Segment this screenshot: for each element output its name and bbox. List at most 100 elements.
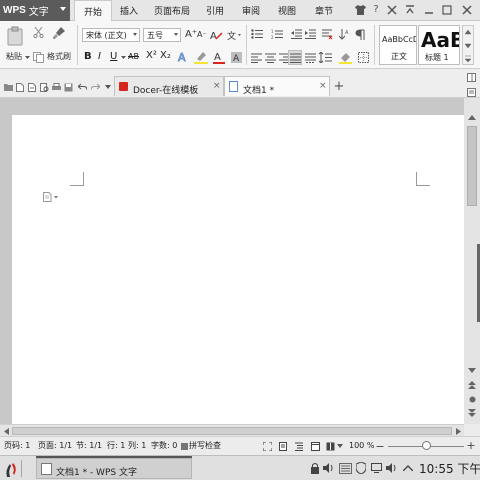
chevron-down-icon[interactable] bbox=[336, 443, 344, 449]
shirt-icon[interactable] bbox=[354, 4, 366, 16]
zoom-level[interactable]: 100 % bbox=[349, 442, 374, 450]
font-name-select[interactable]: 宋体 (正文) bbox=[82, 28, 140, 42]
distributed-icon[interactable] bbox=[304, 52, 316, 63]
focus-mode-icon[interactable] bbox=[262, 441, 272, 451]
format-painter-label[interactable]: 格式刷 bbox=[47, 53, 71, 61]
print-icon[interactable] bbox=[51, 82, 61, 92]
status-spellcheck[interactable]: 拼写检查 bbox=[189, 442, 221, 450]
save-icon[interactable] bbox=[63, 82, 73, 92]
zoom-out-icon[interactable]: − bbox=[375, 441, 385, 452]
status-page[interactable]: 页码: 1 bbox=[4, 442, 30, 450]
scroll-right-icon[interactable] bbox=[454, 427, 462, 435]
font-color-icon[interactable]: A bbox=[211, 50, 227, 64]
tab-chapter[interactable]: 章节 bbox=[304, 0, 344, 21]
collapse-ribbon-icon[interactable] bbox=[404, 4, 416, 16]
zoom-slider-knob[interactable] bbox=[422, 441, 431, 450]
close-icon[interactable]: × bbox=[213, 81, 221, 91]
copy-icon[interactable] bbox=[32, 51, 44, 63]
outline-view-icon[interactable] bbox=[294, 441, 304, 451]
reading-view-icon[interactable] bbox=[325, 441, 335, 451]
zoom-in-icon[interactable]: + bbox=[466, 440, 476, 451]
sort-icon[interactable]: A bbox=[338, 28, 350, 40]
chevron-down-icon[interactable] bbox=[120, 55, 126, 61]
superscript-button[interactable]: X² bbox=[146, 51, 157, 61]
cut-icon[interactable] bbox=[32, 26, 44, 38]
open-icon[interactable] bbox=[3, 82, 13, 92]
chinese-layout-icon[interactable] bbox=[320, 28, 334, 40]
char-shading-icon[interactable]: A bbox=[230, 51, 242, 63]
maximize-icon[interactable] bbox=[440, 4, 454, 16]
speaker-icon[interactable] bbox=[385, 462, 397, 474]
tab-home[interactable]: 开始 bbox=[74, 0, 112, 22]
italic-button[interactable]: I bbox=[98, 52, 101, 62]
text-effect-icon[interactable]: A bbox=[176, 50, 190, 64]
subscript-button[interactable]: X₂ bbox=[160, 51, 171, 61]
web-view-icon[interactable] bbox=[310, 441, 320, 451]
status-line[interactable]: 行: 1 bbox=[107, 442, 125, 450]
paste-icon[interactable] bbox=[6, 25, 24, 47]
bold-button[interactable]: B bbox=[84, 52, 92, 62]
browse-object-icon[interactable] bbox=[467, 394, 477, 404]
align-center-icon[interactable] bbox=[264, 52, 276, 63]
tab-view[interactable]: 视图 bbox=[270, 0, 304, 21]
redo-icon[interactable] bbox=[90, 82, 100, 92]
decrease-indent-icon[interactable] bbox=[290, 28, 302, 40]
document-page[interactable] bbox=[12, 115, 464, 424]
shading-icon[interactable] bbox=[338, 51, 352, 64]
numbered-list-icon[interactable]: 12 bbox=[270, 28, 284, 40]
scroll-up-icon[interactable] bbox=[467, 113, 477, 121]
tab-document1[interactable]: 文档1 * × bbox=[224, 76, 330, 96]
status-word-count[interactable]: 字数: 0 bbox=[151, 442, 177, 450]
line-spacing-icon[interactable] bbox=[318, 51, 332, 64]
chevron-down-icon[interactable] bbox=[104, 84, 112, 90]
page-view-icon[interactable] bbox=[278, 441, 288, 451]
chevron-down-icon[interactable] bbox=[24, 55, 30, 61]
status-column[interactable]: 列: 1 bbox=[128, 442, 146, 450]
horizontal-scrollbar[interactable] bbox=[0, 424, 464, 436]
scroll-thumb[interactable] bbox=[467, 126, 477, 206]
border-icon[interactable] bbox=[356, 51, 370, 64]
start-menu-icon[interactable] bbox=[4, 461, 18, 477]
close-window-icon[interactable] bbox=[460, 4, 474, 16]
pdf-icon[interactable] bbox=[27, 82, 37, 92]
increase-indent-icon[interactable] bbox=[304, 28, 316, 40]
paragraph-layout-icon[interactable] bbox=[42, 191, 58, 203]
clock[interactable]: 10:55 下午 bbox=[419, 463, 480, 475]
tab-insert[interactable]: 插入 bbox=[112, 0, 146, 21]
align-left-icon[interactable] bbox=[250, 52, 262, 63]
chevron-up-icon[interactable] bbox=[402, 463, 414, 473]
strikethrough-button[interactable]: AB bbox=[128, 53, 139, 61]
tab-references[interactable]: 引用 bbox=[198, 0, 232, 21]
security-icon[interactable] bbox=[310, 462, 320, 474]
screen-icon[interactable] bbox=[370, 462, 382, 474]
taskbar-app-wps[interactable]: 文档1 * - WPS 文字 bbox=[36, 458, 192, 479]
justify-icon[interactable] bbox=[288, 50, 302, 65]
prev-page-icon[interactable] bbox=[467, 380, 477, 390]
new-tab-plus-icon[interactable]: + bbox=[333, 80, 345, 93]
ruler-toggle-icon[interactable] bbox=[466, 87, 476, 97]
app-menu-button[interactable]: WPS 文字 bbox=[0, 0, 70, 21]
style-heading1[interactable]: AaB 标题 1 bbox=[418, 25, 460, 65]
minimize-icon[interactable] bbox=[422, 4, 436, 16]
style-normal[interactable]: AaBbCcD 正文 bbox=[379, 25, 417, 65]
help-icon[interactable]: ? bbox=[370, 4, 382, 16]
document-area[interactable] bbox=[0, 98, 480, 424]
tab-review[interactable]: 审阅 bbox=[232, 0, 270, 21]
sidebar-toggle-icon[interactable] bbox=[466, 72, 476, 82]
scroll-down-icon[interactable] bbox=[467, 366, 477, 374]
underline-button[interactable]: U bbox=[110, 52, 117, 62]
clear-format-icon[interactable]: A bbox=[209, 28, 223, 42]
close-icon[interactable]: × bbox=[319, 81, 327, 91]
next-page-icon[interactable] bbox=[467, 408, 477, 418]
phonetic-icon[interactable]: 文 bbox=[226, 28, 242, 42]
paste-label[interactable]: 粘贴 bbox=[6, 53, 22, 61]
status-section[interactable]: 节: 1/1 bbox=[76, 442, 102, 450]
shrink-font-icon[interactable]: A⁻ bbox=[197, 31, 207, 39]
new-doc-icon[interactable] bbox=[15, 82, 25, 92]
hscroll-thumb[interactable] bbox=[12, 427, 452, 435]
tab-docer-templates[interactable]: Docer-在线模板 × bbox=[114, 76, 224, 96]
highlight-icon[interactable] bbox=[193, 50, 209, 64]
brush-icon[interactable] bbox=[52, 26, 66, 40]
print-preview-icon[interactable] bbox=[39, 82, 49, 92]
scroll-left-icon[interactable] bbox=[2, 427, 10, 435]
